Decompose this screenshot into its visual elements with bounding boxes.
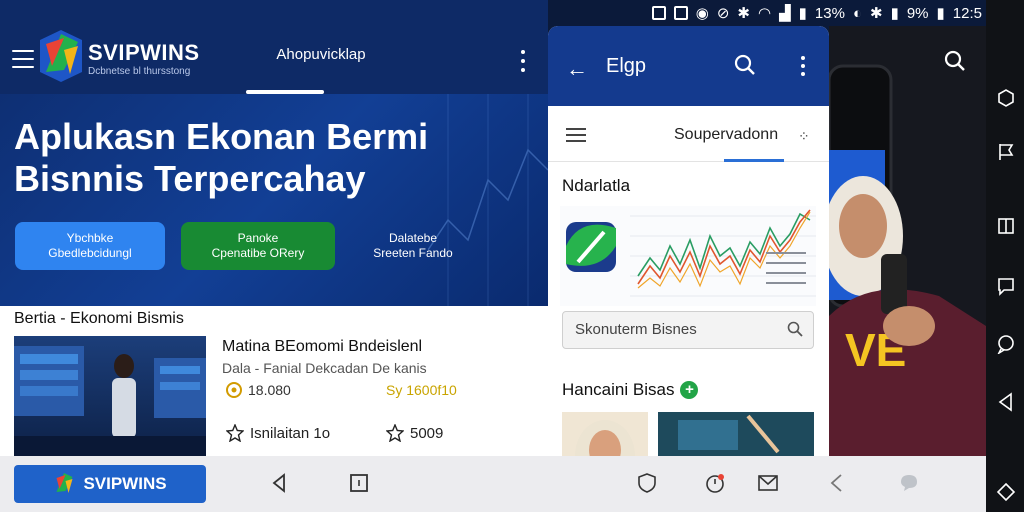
hero-button-text-line1: Dalatebe (388, 231, 438, 245)
news-section-title: Bertia - Ekonomi Bismis (14, 310, 184, 327)
portrait-image (575, 420, 635, 456)
top-app-bar: SVIPWINS Dcbnetse bl thursstong Ahopuvic… (0, 0, 548, 94)
nav-tab-main[interactable]: Ahopuvicklap (246, 46, 396, 63)
business-image (658, 412, 814, 456)
search-input[interactable]: Skonuterm Bisnes (562, 311, 814, 349)
cube-icon[interactable] (996, 88, 1016, 108)
dnd-icon: ◐ (852, 4, 862, 22)
battery-icon: ▮ (936, 5, 945, 22)
more-options-icon[interactable] (518, 50, 528, 72)
news-section: Bertia - Ekonomi Bismis Matina BEomomi B… (0, 306, 548, 456)
hero-button-primary-line2: Gbedlebcidungl (48, 246, 132, 260)
chevron-left-icon[interactable] (826, 472, 848, 494)
back-arrow-icon[interactable]: ← (566, 56, 588, 82)
notification-icon (673, 6, 688, 20)
side-rail (986, 0, 1024, 512)
news-like-label: Isnilaitan 1o (250, 424, 331, 442)
trading-room-image (14, 346, 206, 456)
battery-percent-1: 13% (814, 4, 845, 22)
hero-button-text-line2: Sreeten Fando (373, 246, 453, 260)
brand-home-label: SVIPWINS (83, 474, 167, 493)
phone-subtab-indicator (724, 159, 784, 162)
woman-with-phone-image: VE (829, 26, 986, 456)
hero-button-secondary-line1: Panoke (237, 231, 279, 245)
brand-logo-icon (56, 473, 73, 493)
book-icon[interactable] (996, 216, 1016, 236)
chat-bubble-icon[interactable] (898, 472, 920, 494)
battery-icon: ▮ (890, 5, 899, 22)
nfc-icon: ⊘ (716, 5, 730, 22)
news-stat-views: 18.080 (226, 382, 291, 398)
news-subline: Dala - Fanial Dekcadan De kanis (222, 360, 427, 376)
phone-section-2-title: Hancaini Bisas (562, 380, 675, 399)
bluetooth-icon: ✱ (870, 5, 883, 22)
battery-percent-2: 9% (906, 4, 929, 22)
flag-icon[interactable] (996, 142, 1016, 162)
news-stat-views-value: 18.080 (248, 382, 291, 398)
logo-tagline: Dcbnetse bl thursstong (88, 66, 191, 77)
signal-icon: ▟ (779, 5, 791, 22)
hero-button-primary[interactable]: Ybchbke Gbedlebcidungl (15, 222, 165, 270)
search-icon[interactable] (734, 54, 756, 76)
bluetooth-icon: ✱ (737, 5, 750, 22)
more-options-icon[interactable] (799, 56, 807, 76)
news-like-button[interactable]: Isnilaitan 1o (226, 424, 330, 442)
news-rating-count: 5009 (410, 424, 444, 442)
promo-photo: VE (829, 26, 986, 456)
battery-icon: ▮ (798, 5, 807, 22)
stock-chart-image (560, 206, 816, 306)
card-thumbnail[interactable] (562, 412, 648, 456)
wifi-icon: ◠ (758, 5, 772, 22)
search-input-text: Skonuterm Bisnes (575, 321, 697, 338)
hero-button-primary-line1: Ybchbke (66, 231, 114, 245)
tabs-icon[interactable] (348, 472, 370, 494)
hero-button-secondary-line2: Cpenatibe ORery (211, 246, 305, 260)
phone-app-title: Elgp (606, 55, 647, 77)
news-thumbnail[interactable] (14, 336, 206, 456)
star-outline-icon (226, 424, 244, 442)
menu-icon[interactable] (12, 50, 34, 68)
search-icon (787, 321, 803, 337)
message-icon[interactable] (996, 334, 1016, 354)
phone-section-2: Hancaini Bisas + (562, 380, 699, 400)
history-icon[interactable] (704, 472, 726, 494)
logo-name: SVIPWINS (88, 40, 200, 65)
clock: 12:5 (952, 4, 982, 22)
search-icon[interactable] (944, 50, 966, 72)
brand-logo-icon (40, 30, 82, 82)
news-rating[interactable]: 5009 (386, 424, 443, 442)
news-stat-value: Sy 1600f10 (386, 382, 457, 398)
phone-subtab[interactable]: Soupervadonn (674, 126, 778, 144)
card-thumbnail[interactable] (658, 412, 814, 456)
phone-section-title: Ndarlatla (562, 176, 631, 195)
star-outline-icon (386, 424, 404, 442)
diamond-icon[interactable] (996, 482, 1016, 502)
nav-tab-indicator (246, 90, 324, 94)
brand-home-button[interactable]: SVIPWINS (14, 465, 206, 503)
hero-button-secondary[interactable]: Panoke Cpenatibe ORery (181, 222, 335, 270)
notification-icon (651, 6, 666, 20)
phone-app-bar: ← Elgp (548, 26, 829, 106)
news-headline[interactable]: Matina BEomomi Bndeislenl (222, 338, 422, 356)
status-bar: ◉ ⊘ ✱ ◠ ▟ ▮ 13% ◐ ✱ ▮ 9% ▮ 12:5 (560, 0, 1024, 26)
hero-button-text[interactable]: Dalatebe Sreeten Fando (348, 222, 478, 270)
chevron-left-icon[interactable] (996, 392, 1016, 412)
hero-title: Aplukasn Ekonan Bermi Bisnnis Terpercaha… (14, 116, 429, 199)
coin-icon (226, 382, 242, 398)
chat-icon[interactable] (996, 276, 1016, 296)
grid-icon[interactable]: ⁘ (798, 128, 810, 145)
back-icon[interactable] (268, 472, 290, 494)
shield-icon[interactable] (636, 472, 658, 494)
phone-app-panel: ← Elgp Soupervadonn ⁘ Ndarlatla Skonuter… (548, 26, 829, 456)
menu-icon[interactable] (566, 128, 586, 142)
mail-icon[interactable] (757, 472, 779, 494)
phone-sub-bar: Soupervadonn ⁘ (548, 106, 829, 162)
add-icon[interactable]: + (680, 381, 699, 399)
alarm-icon: ◉ (695, 5, 709, 22)
